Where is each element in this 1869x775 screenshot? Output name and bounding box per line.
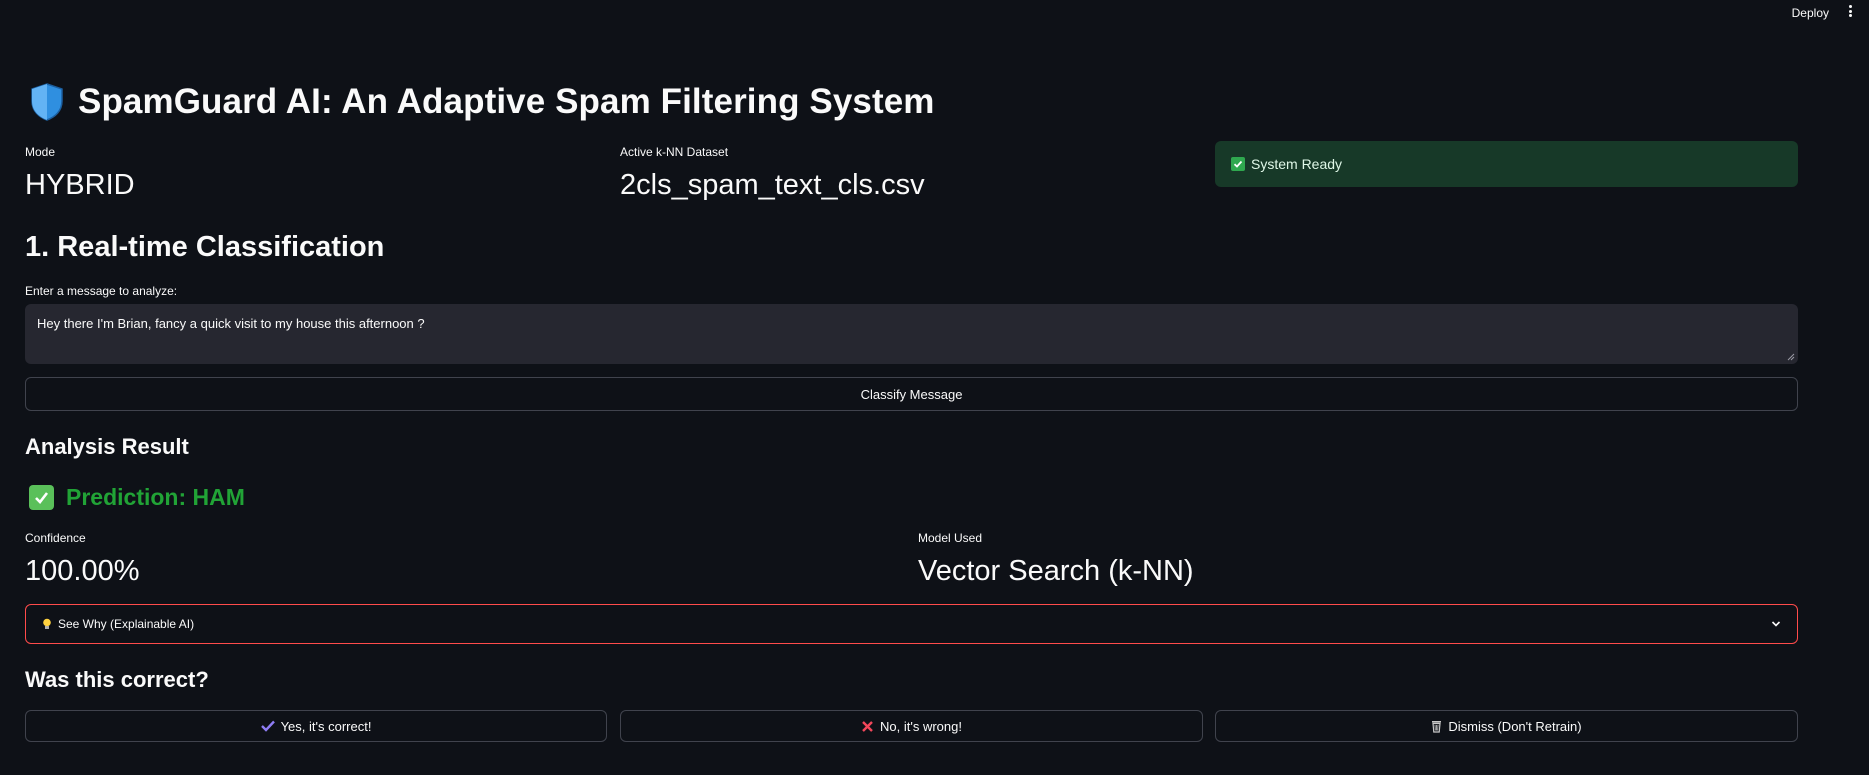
- dismiss-button[interactable]: Dismiss (Don't Retrain): [1215, 710, 1798, 742]
- check-icon: [29, 485, 54, 510]
- analysis-result-heading: Analysis Result: [25, 434, 189, 459]
- dataset-value: 2cls_spam_text_cls.csv: [620, 169, 925, 201]
- model-label: Model Used: [918, 531, 983, 545]
- model-metric: Model Used Vector Search (k-NN): [918, 531, 1194, 588]
- confidence-label: Confidence: [25, 531, 86, 545]
- confidence-value: 100.00%: [25, 555, 140, 587]
- no-button-label: No, it's wrong!: [880, 718, 962, 734]
- cross-icon: [861, 720, 874, 733]
- no-wrong-button[interactable]: No, it's wrong!: [620, 710, 1203, 742]
- mode-metric: Mode HYBRID: [25, 145, 135, 202]
- page-title: SpamGuard AI: An Adaptive Spam Filtering…: [78, 82, 935, 121]
- top-bar: Deploy: [0, 0, 1869, 26]
- message-input-value: Hey there I'm Brian, fancy a quick visit…: [37, 316, 425, 331]
- prediction-result: Prediction: HAM: [29, 484, 245, 511]
- dismiss-button-label: Dismiss (Don't Retrain): [1448, 718, 1582, 734]
- chevron-down-icon: [1771, 621, 1781, 627]
- prediction-text: Prediction: HAM: [66, 484, 245, 510]
- message-input[interactable]: Hey there I'm Brian, fancy a quick visit…: [25, 304, 1798, 364]
- explainable-ai-expander[interactable]: See Why (Explainable AI): [25, 604, 1798, 644]
- checkmark-icon: [260, 720, 275, 732]
- dataset-metric: Active k-NN Dataset 2cls_spam_text_cls.c…: [620, 145, 925, 202]
- mode-label: Mode: [25, 145, 56, 159]
- lightbulb-icon: [42, 618, 52, 630]
- shield-icon: [31, 83, 63, 121]
- yes-button-label: Yes, it's correct!: [280, 718, 372, 734]
- model-value: Vector Search (k-NN): [918, 555, 1194, 587]
- classification-heading: 1. Real-time Classification: [25, 231, 385, 263]
- page-header: SpamGuard AI: An Adaptive Spam Filtering…: [30, 82, 935, 122]
- message-input-label: Enter a message to analyze:: [25, 284, 178, 298]
- deploy-button[interactable]: Deploy: [1792, 6, 1829, 20]
- confidence-metric: Confidence 100.00%: [25, 531, 140, 588]
- dataset-label: Active k-NN Dataset: [620, 145, 729, 159]
- feedback-heading: Was this correct?: [25, 667, 209, 692]
- status-text: System Ready: [1251, 156, 1343, 172]
- wastebasket-icon: [1431, 720, 1442, 733]
- classify-button-label: Classify Message: [860, 386, 963, 402]
- yes-correct-button[interactable]: Yes, it's correct!: [25, 710, 607, 742]
- more-menu-icon[interactable]: [1843, 3, 1857, 19]
- status-alert: System Ready: [1215, 141, 1798, 187]
- mode-value: HYBRID: [25, 169, 135, 201]
- resize-handle-icon[interactable]: [1787, 353, 1795, 361]
- check-icon: [1231, 157, 1245, 171]
- classify-message-button[interactable]: Classify Message: [25, 377, 1798, 411]
- expander-label: See Why (Explainable AI): [58, 617, 195, 631]
